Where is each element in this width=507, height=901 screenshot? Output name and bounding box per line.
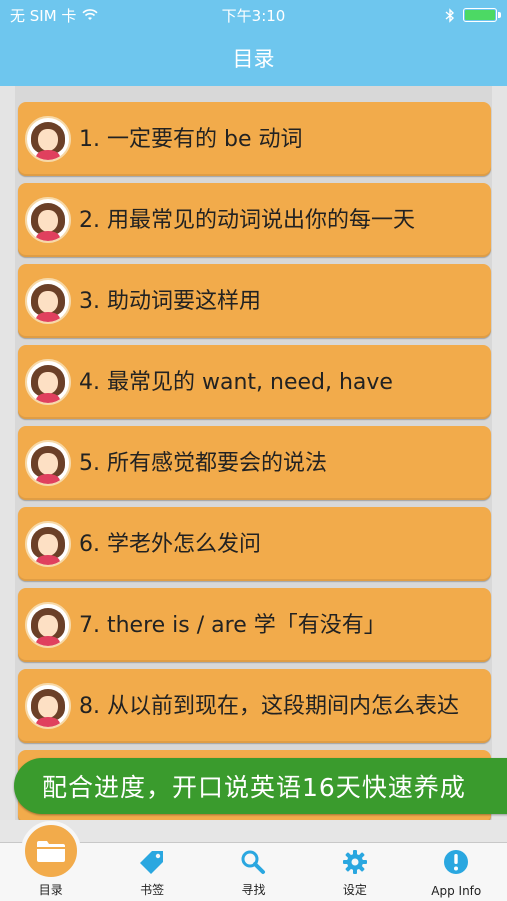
- status-time: 下午3:10: [221, 6, 286, 25]
- lesson-item-6[interactable]: 6. 学老外怎么发问: [18, 507, 491, 581]
- tab-label: 设定: [342, 883, 367, 897]
- nav-bar: 目录: [0, 30, 507, 86]
- avatar-icon: [25, 602, 71, 648]
- gear-icon: [342, 850, 367, 874]
- tab-bookmarks[interactable]: 书签: [101, 843, 202, 901]
- tab-settings[interactable]: 设定: [304, 843, 405, 901]
- tab-bar: 目录 书签 寻找 设定 App Info: [0, 821, 507, 901]
- search-icon: [241, 850, 266, 874]
- lesson-item-2[interactable]: 2. 用最常见的动词说出你的每一天: [18, 183, 491, 257]
- tab-app-info[interactable]: App Info: [406, 843, 507, 901]
- promo-banner[interactable]: 配合进度，开口说英语16天快速养成: [14, 758, 507, 814]
- lesson-item-5[interactable]: 5. 所有感觉都要会的说法: [18, 426, 491, 500]
- tab-label: 目录: [38, 883, 63, 897]
- lesson-item-1[interactable]: 1. 一定要有的 be 动词: [18, 102, 491, 176]
- avatar-icon: [25, 440, 71, 486]
- lesson-item-7[interactable]: 7. there is / are 学「有没有」: [18, 588, 491, 662]
- page-title: 目录: [232, 47, 275, 71]
- avatar-icon: [25, 116, 71, 162]
- status-bar: 无 SIM 卡 下午3:10: [0, 0, 507, 30]
- lesson-title: 1. 一定要有的 be 动词: [79, 126, 303, 152]
- lesson-item-8[interactable]: 8. 从以前到现在，这段期间内怎么表达: [18, 669, 491, 743]
- tab-label: 寻找: [241, 883, 266, 897]
- tab-label: 书签: [140, 883, 165, 897]
- tab-contents[interactable]: 目录: [0, 821, 101, 901]
- battery-icon: [463, 8, 501, 22]
- avatar-icon: [25, 359, 71, 405]
- tab-label: App Info: [431, 884, 482, 898]
- lesson-item-4[interactable]: 4. 最常见的 want, need, have: [18, 345, 491, 419]
- promo-banner-text: 配合进度，开口说英语16天快速养成: [42, 773, 466, 802]
- tab-search[interactable]: 寻找: [203, 843, 304, 901]
- lesson-title: 4. 最常见的 want, need, have: [79, 369, 393, 395]
- lesson-list-area[interactable]: 1. 一定要有的 be 动词 2. 用最常见的动词说出你的每一天 3. 助动词要…: [0, 86, 507, 820]
- lesson-title: 7. there is / are 学「有没有」: [79, 612, 386, 638]
- lesson-title: 2. 用最常见的动词说出你的每一天: [79, 207, 415, 233]
- tag-icon: [140, 851, 164, 874]
- avatar-icon: [25, 683, 71, 729]
- lesson-title: 3. 助动词要这样用: [79, 288, 261, 314]
- lesson-title: 8. 从以前到现在，这段期间内怎么表达: [79, 693, 459, 719]
- lesson-list: 1. 一定要有的 be 动词 2. 用最常见的动词说出你的每一天 3. 助动词要…: [15, 86, 492, 820]
- folder-icon: [36, 841, 65, 862]
- avatar-icon: [25, 197, 71, 243]
- avatar-icon: [25, 278, 71, 324]
- info-icon: [444, 850, 469, 874]
- lesson-item-3[interactable]: 3. 助动词要这样用: [18, 264, 491, 338]
- tab-active-bubble: [20, 821, 81, 881]
- avatar-icon: [25, 521, 71, 567]
- lesson-title: 6. 学老外怎么发问: [79, 531, 261, 557]
- lesson-title: 5. 所有感觉都要会的说法: [79, 450, 327, 476]
